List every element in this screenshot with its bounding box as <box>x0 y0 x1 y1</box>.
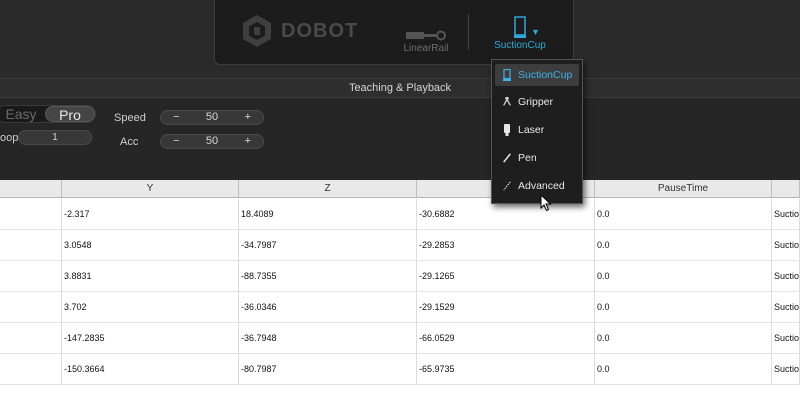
table-cell[interactable] <box>0 354 62 385</box>
column-header-z[interactable]: Z <box>239 180 417 198</box>
linear-rail-button[interactable]: LinearRail <box>399 15 453 54</box>
mode-pro-option[interactable]: Pro <box>45 106 95 123</box>
table-cell[interactable]: -88.7355 <box>239 261 417 292</box>
table-row[interactable]: 3.8831 -88.7355 -29.1265 0.0 Suction <box>0 261 800 292</box>
table-cell[interactable]: -150.3664 <box>62 354 239 385</box>
table-cell[interactable]: -29.1265 <box>417 261 595 292</box>
table-cell[interactable]: -65.9735 <box>417 354 595 385</box>
acc-stepper[interactable]: − 50 + <box>160 134 264 149</box>
speed-label: Speed <box>114 112 146 124</box>
advanced-icon <box>502 179 512 193</box>
laser-icon <box>502 123 512 137</box>
table-cell[interactable]: 0.0 <box>595 323 772 354</box>
table-cell[interactable]: -34.7987 <box>239 230 417 261</box>
table-row[interactable]: 3.0548 -34.7987 -29.2853 0.0 Suction <box>0 230 800 261</box>
menu-item-label: Pen <box>518 152 537 164</box>
column-header[interactable] <box>772 180 800 198</box>
suction-cup-button[interactable]: SuctionCup <box>485 12 555 51</box>
acc-increment-button[interactable]: + <box>245 135 251 148</box>
linear-rail-icon <box>406 30 446 41</box>
table-cell[interactable]: 0.0 <box>595 199 772 230</box>
speed-stepper[interactable]: − 50 + <box>160 110 264 125</box>
table-row[interactable]: -150.3664 -80.7987 -65.9735 0.0 Suction <box>0 354 800 385</box>
table-cell[interactable]: -66.0529 <box>417 323 595 354</box>
section-title: Teaching & Playback <box>0 78 800 98</box>
device-panel: DOBOT LinearRail SuctionCup ▼ <box>214 0 574 65</box>
table-cell[interactable]: Suction <box>772 354 800 385</box>
speed-increment-button[interactable]: + <box>245 111 251 124</box>
table-cell[interactable]: Suction <box>772 199 800 230</box>
table-cell[interactable]: -2.317 <box>62 199 239 230</box>
table-cell[interactable]: 18.4089 <box>239 199 417 230</box>
loop-input[interactable]: 1 <box>18 130 92 145</box>
table-cell[interactable]: 3.0548 <box>62 230 239 261</box>
end-effector-menu: SuctionCup Gripper Laser Pen Advanced <box>491 59 583 204</box>
menu-item-advanced[interactable]: Advanced <box>495 175 579 197</box>
table-cell[interactable]: -29.2853 <box>417 230 595 261</box>
menu-item-pen[interactable]: Pen <box>495 147 579 169</box>
column-header-pausetime[interactable]: PauseTime <box>595 180 772 198</box>
top-bar: DOBOT LinearRail SuctionCup ▼ <box>0 0 800 78</box>
table-row[interactable]: 3.702 -36.0346 -29.1529 0.0 Suction <box>0 292 800 323</box>
acc-value: 50 <box>205 135 219 147</box>
menu-item-suctioncup[interactable]: SuctionCup <box>495 64 579 86</box>
panel-divider <box>468 14 469 50</box>
pen-icon <box>502 151 512 165</box>
acc-decrement-button[interactable]: − <box>173 135 179 148</box>
table-cell[interactable]: -36.0346 <box>239 292 417 323</box>
table-cell[interactable] <box>0 199 62 230</box>
menu-item-label: Advanced <box>518 180 565 192</box>
linear-rail-label: LinearRail <box>403 43 449 54</box>
suction-cup-label: SuctionCup <box>494 40 546 51</box>
table-row[interactable]: -147.2835 -36.7948 -66.0529 0.0 Suction <box>0 323 800 354</box>
gripper-icon <box>502 95 512 109</box>
table-cell[interactable]: 0.0 <box>595 292 772 323</box>
table-header-row: Y Z PauseTime <box>0 180 800 198</box>
menu-item-label: SuctionCup <box>518 69 573 81</box>
menu-item-label: Gripper <box>518 96 554 108</box>
column-header[interactable] <box>0 180 62 198</box>
table-cell[interactable]: 0.0 <box>595 261 772 292</box>
table-cell[interactable]: 3.702 <box>62 292 239 323</box>
table-cell[interactable] <box>0 261 62 292</box>
table-cell[interactable]: -147.2835 <box>62 323 239 354</box>
points-table: Y Z PauseTime -2.317 18.4089 -30.6882 0.… <box>0 180 800 400</box>
acc-label: Acc <box>120 136 139 148</box>
menu-item-laser[interactable]: Laser <box>495 119 579 141</box>
table-cell[interactable]: Suction <box>772 261 800 292</box>
table-cell[interactable]: Suction <box>772 230 800 261</box>
chevron-down-icon[interactable]: ▼ <box>531 27 540 37</box>
table-cell[interactable]: 0.0 <box>595 354 772 385</box>
table-cell[interactable]: Suction <box>772 292 800 323</box>
speed-decrement-button[interactable]: − <box>173 111 179 124</box>
table-cell[interactable]: 3.8831 <box>62 261 239 292</box>
table-cell[interactable]: Suction <box>772 323 800 354</box>
suction-cup-tool-icon <box>514 16 526 38</box>
loop-label: oop <box>0 132 19 144</box>
column-header-y[interactable]: Y <box>62 180 239 198</box>
table-row[interactable]: -2.317 18.4089 -30.6882 0.0 Suction <box>0 199 800 230</box>
mode-easy-option[interactable]: Easy <box>0 106 45 122</box>
brand-name: DOBOT <box>281 19 359 42</box>
table-cell[interactable] <box>0 323 62 354</box>
dobot-logo: DOBOT <box>241 14 358 48</box>
mode-toggle[interactable]: Easy Pro <box>0 105 96 123</box>
mouse-cursor-icon <box>540 194 552 212</box>
dobot-hex-icon <box>243 15 271 47</box>
menu-item-gripper[interactable]: Gripper <box>495 91 579 113</box>
speed-value: 50 <box>205 111 219 123</box>
menu-item-label: Laser <box>518 124 545 136</box>
playback-controls: Easy Pro oop 1 Speed − 50 + Acc − 50 + <box>0 98 800 180</box>
table-cell[interactable]: -29.1529 <box>417 292 595 323</box>
table-cell[interactable]: 0.0 <box>595 230 772 261</box>
table-cell[interactable] <box>0 230 62 261</box>
table-cell[interactable] <box>0 292 62 323</box>
table-cell[interactable]: -80.7987 <box>239 354 417 385</box>
suction-cup-icon <box>502 68 512 82</box>
table-cell[interactable]: -36.7948 <box>239 323 417 354</box>
